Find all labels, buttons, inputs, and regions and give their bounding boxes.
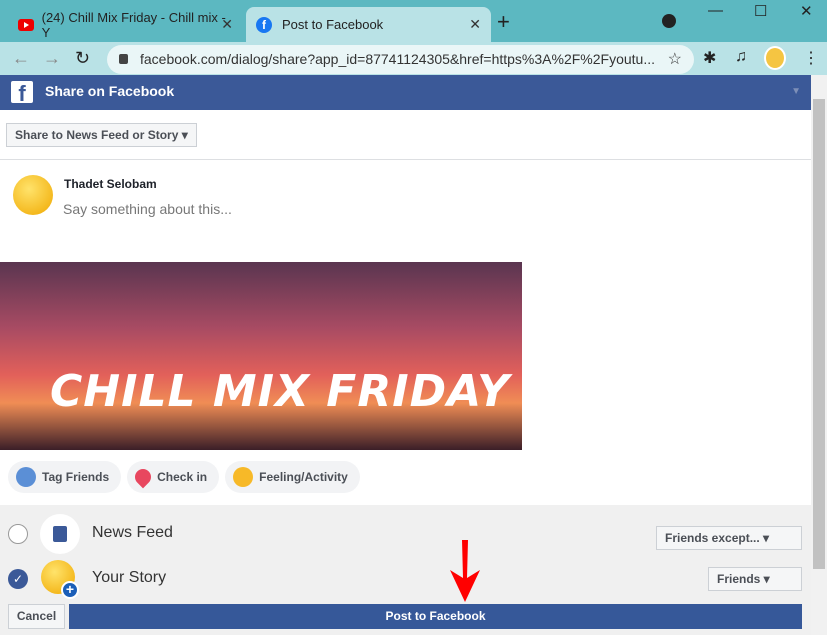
post-to-facebook-button[interactable]: Post to Facebook [69,604,802,629]
close-window-button[interactable]: ✕ [800,2,813,20]
minimize-button[interactable]: — [708,2,723,19]
news-feed-icon [40,514,80,554]
tab-search-icon[interactable] [662,14,676,28]
chip-label: Feeling/Activity [259,470,348,484]
chip-label: Tag Friends [42,470,110,484]
user-name: Thadet Selobam [64,177,157,191]
feeling-activity-button[interactable]: Feeling/Activity [225,461,360,493]
composer-input[interactable]: Say something about this... [63,201,232,217]
tab-youtube[interactable]: (24) Chill Mix Friday - Chill mix - Y ✕ [8,7,243,42]
check-in-button[interactable]: Check in [127,461,220,493]
youtube-icon [18,18,34,31]
new-tab-button[interactable]: + [497,9,510,35]
tab-title: (24) Chill Mix Friday - Chill mix - Y [41,9,226,40]
your-story-checkbox[interactable]: ✓ [8,569,28,589]
cancel-button[interactable]: Cancel [8,604,65,629]
dialog-header: f Share on Facebook ▼ [0,75,811,110]
close-tab-icon[interactable]: ✕ [221,16,233,33]
reload-button[interactable]: ↻ [75,48,90,69]
lock-icon [119,54,128,64]
add-story-icon: + [61,581,79,599]
profile-avatar[interactable] [764,46,786,70]
tag-friends-icon [16,467,36,487]
news-feed-label: News Feed [92,524,173,541]
extensions-icon[interactable]: ✱ [703,48,716,68]
divider [0,159,811,160]
bookmark-star-icon[interactable]: ☆ [668,45,682,74]
maximize-button[interactable]: ☐ [754,2,767,20]
toolbar: ← → ↻ facebook.com/dialog/share?app_id=8… [0,42,827,75]
dialog-title: Share on Facebook [45,83,175,99]
media-control-icon[interactable]: ♫ [735,48,747,66]
caret-down-icon[interactable]: ▼ [791,75,801,108]
address-bar[interactable]: facebook.com/dialog/share?app_id=8774112… [107,45,694,74]
your-story-audience-dropdown[interactable]: Friends ▾ [708,567,802,591]
tab-title: Post to Facebook [282,17,384,32]
share-target-dropdown[interactable]: Share to News Feed or Story ▾ [6,123,197,147]
preview-text: CHILL MIX FRIDAY [50,366,510,417]
news-feed-audience-dropdown[interactable]: Friends except... ▾ [656,526,802,550]
facebook-logo-icon: f [11,81,33,106]
url-text: facebook.com/dialog/share?app_id=8774112… [140,51,655,67]
chip-label: Check in [157,470,208,484]
tab-bar: (24) Chill Mix Friday - Chill mix - Y ✕ f… [0,0,827,42]
menu-icon[interactable]: ⋮ [803,48,819,68]
smiley-icon [233,467,254,487]
close-tab-icon[interactable]: ✕ [469,16,481,33]
tag-friends-button[interactable]: Tag Friends [8,461,122,493]
forward-button[interactable]: → [43,48,61,69]
user-avatar [13,175,53,215]
back-button[interactable]: ← [12,48,30,69]
scrollbar-thumb[interactable] [813,99,825,569]
facebook-icon: f [256,16,272,33]
red-arrow-annotation-icon [450,540,480,602]
news-feed-radio[interactable] [8,524,28,544]
link-preview-image: CHILL MIX FRIDAY [0,262,522,450]
your-story-label: Your Story [92,569,167,586]
scrollbar[interactable] [811,75,827,635]
tab-post-to-facebook[interactable]: f Post to Facebook ✕ [246,7,491,42]
location-pin-icon [131,465,155,489]
